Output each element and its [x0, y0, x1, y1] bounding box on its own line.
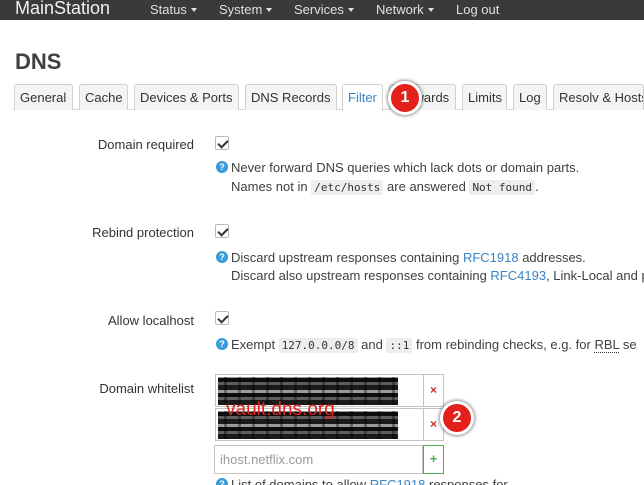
tab-limits[interactable]: Limits — [462, 84, 507, 110]
whitelist-entry-2[interactable] — [215, 408, 424, 441]
domain-required-desc-line2: Names not in /etc/hosts are answered Not… — [231, 179, 539, 195]
allow-localhost-checkbox[interactable] — [215, 311, 229, 325]
domain-whitelist-desc: List of domains to allow RFC1918 respons… — [231, 477, 511, 485]
rfc4193-link[interactable]: RFC4193 — [490, 268, 546, 283]
help-icon: ? — [216, 251, 228, 263]
caret-down-icon — [266, 8, 273, 12]
domain-whitelist-label: Domain whitelist — [99, 381, 194, 396]
rebind-protection-checkbox[interactable] — [215, 224, 229, 238]
rbl-abbr: RBL — [594, 337, 620, 353]
domain-required-checkbox[interactable] — [215, 136, 229, 150]
redacted-value — [218, 377, 398, 405]
tab-devices-ports[interactable]: Devices & Ports — [134, 84, 239, 110]
redacted-value — [218, 411, 398, 439]
domain-required-label: Domain required — [97, 137, 194, 152]
caret-down-icon — [190, 8, 197, 12]
nav-services-label: Services — [294, 2, 344, 17]
nav-status-label: Status — [150, 2, 187, 17]
nav-network-label: Network — [376, 2, 424, 17]
tab-filter[interactable]: Filter — [342, 84, 383, 111]
tab-resolv-hosts[interactable]: Resolv & Hosts Files — [553, 84, 644, 110]
whitelist-entry-1[interactable] — [215, 374, 424, 407]
caret-down-icon — [347, 8, 354, 12]
tab-dns-records[interactable]: DNS Records — [245, 84, 337, 110]
tab-forwards[interactable]: Forwards — [389, 84, 456, 110]
rebind-protection-desc-line1: Discard upstream responses containing RF… — [231, 250, 586, 265]
tab-log[interactable]: Log — [513, 84, 547, 110]
nav-services-menu[interactable]: Services — [294, 2, 354, 17]
nav-status-menu[interactable]: Status — [150, 2, 197, 17]
page-title: DNS — [15, 49, 62, 74]
remove-entry-button[interactable]: × — [424, 374, 444, 407]
nav-system-menu[interactable]: System — [219, 2, 273, 17]
help-icon: ? — [216, 338, 228, 350]
help-icon: ? — [216, 478, 228, 485]
allow-localhost-label: Allow localhost — [108, 313, 194, 328]
ipv4-loopback-code: 127.0.0.0/8 — [278, 338, 358, 353]
add-entry-button[interactable]: + — [423, 445, 444, 474]
nav-network-menu[interactable]: Network — [376, 2, 434, 17]
step-marker-2: 2 — [440, 401, 474, 435]
allow-localhost-desc: Exempt 127.0.0.0/8 and ::1 from rebindin… — [231, 337, 637, 353]
domain-required-desc-line1: Never forward DNS queries which lack dot… — [231, 160, 580, 175]
not-found-code: Not found — [469, 180, 536, 195]
remove-entry-button[interactable]: × — [424, 408, 444, 441]
rfc1918-link[interactable]: RFC1918 — [370, 477, 426, 485]
tab-general[interactable]: General — [14, 84, 73, 110]
brand-title[interactable]: MainStation — [15, 0, 110, 19]
help-icon: ? — [216, 161, 228, 173]
tab-cache[interactable]: Cache — [79, 84, 128, 110]
rebind-protection-desc-line2: Discard also upstream responses containi… — [231, 268, 644, 283]
rebind-protection-label: Rebind protection — [92, 225, 194, 240]
rfc1918-link[interactable]: RFC1918 — [463, 250, 519, 265]
nav-system-label: System — [219, 2, 263, 17]
ipv6-loopback-code: ::1 — [386, 338, 413, 353]
whitelist-add-input[interactable] — [214, 445, 423, 474]
caret-down-icon — [427, 8, 434, 12]
nav-logout-link[interactable]: Log out — [456, 2, 499, 17]
etc-hosts-code: /etc/hosts — [311, 180, 384, 195]
top-navbar: MainStation Status System Services Netwo… — [0, 0, 644, 20]
